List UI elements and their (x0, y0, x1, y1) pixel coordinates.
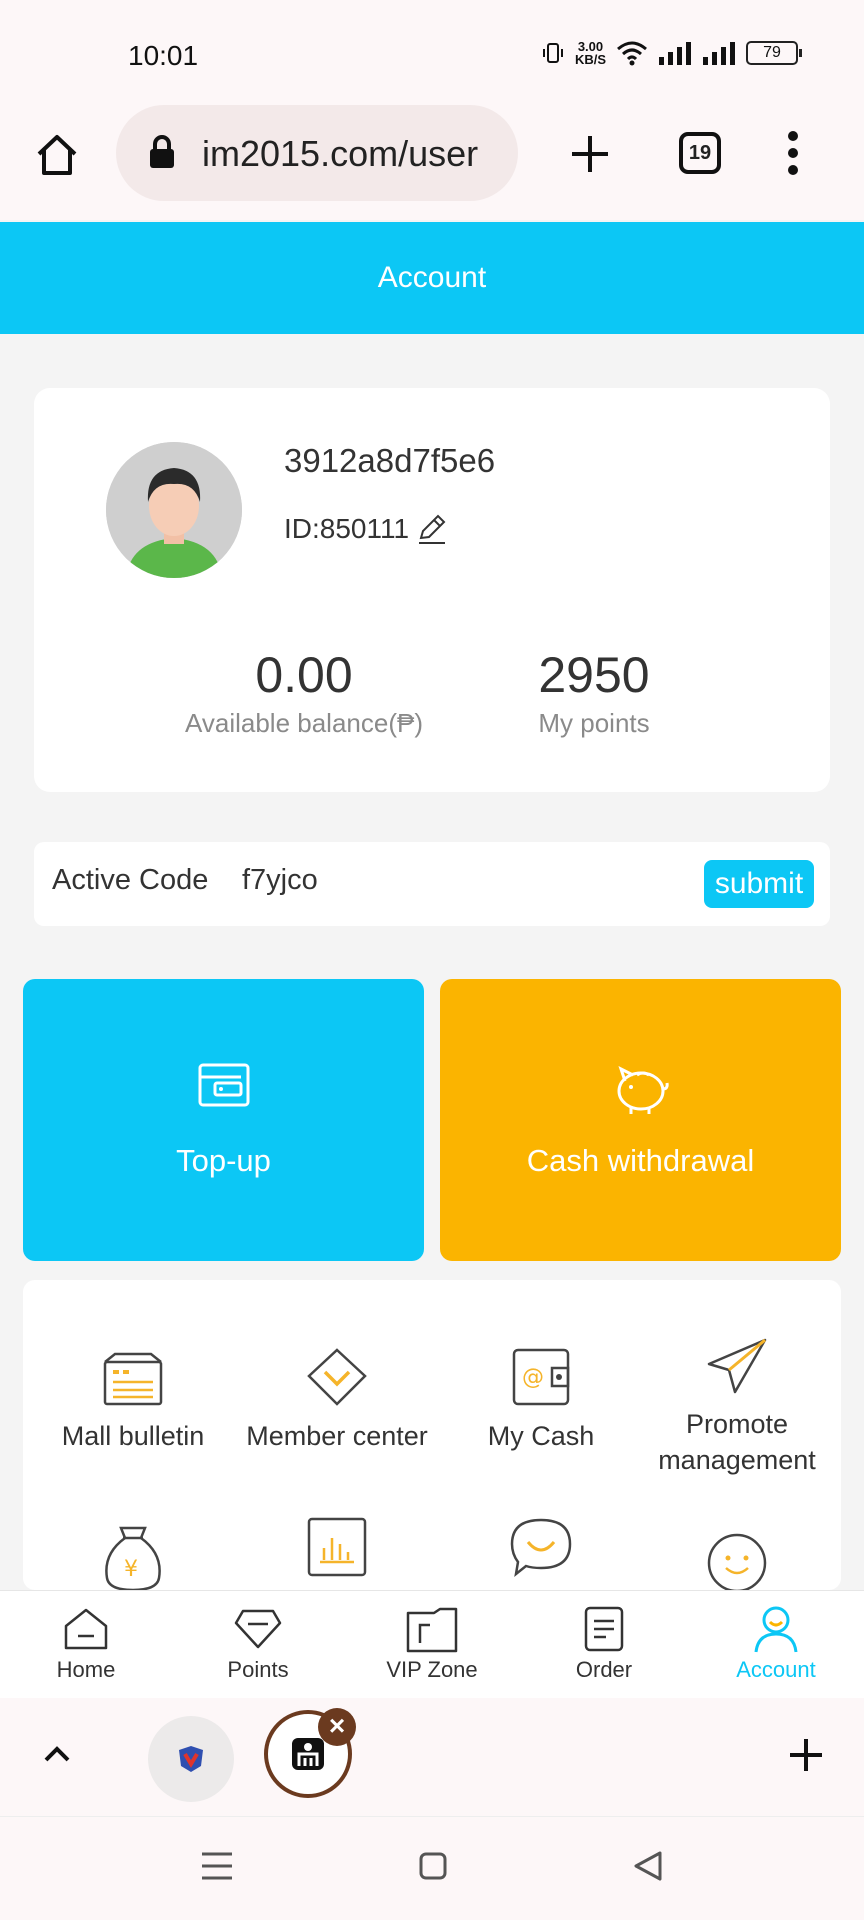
svg-text:@: @ (522, 1365, 544, 1390)
active-code-input[interactable]: f7yjco (242, 864, 318, 897)
points-value: 2950 (538, 647, 650, 703)
recent-apps-icon[interactable] (200, 1851, 234, 1881)
user-id-text: ID:850111 (284, 513, 410, 544)
points-stat: 2950 My points (444, 646, 744, 739)
smiley-icon (707, 1533, 767, 1590)
avatar-illustration (106, 442, 242, 578)
system-nav-bar (0, 1816, 864, 1920)
vip-icon (406, 1607, 458, 1653)
money-bag-icon: ¥ (105, 1526, 161, 1590)
grid-item-member-center[interactable]: Member center (235, 1332, 439, 1454)
home-nav-icon[interactable] (418, 1851, 448, 1881)
tab-account[interactable]: Account (690, 1601, 862, 1683)
tab-label: Account (736, 1657, 816, 1682)
tab-label: VIP Zone (386, 1657, 478, 1682)
new-tab-icon[interactable] (568, 132, 612, 176)
topup-label: Top-up (176, 1143, 271, 1178)
tab-switcher-button[interactable]: 19 (679, 132, 721, 174)
url-text: im2015.com/user (202, 133, 479, 174)
grid-item-money-bag[interactable]: ¥ (31, 1518, 235, 1590)
lock-icon (150, 135, 174, 168)
cash-withdrawal-button[interactable]: Cash withdrawal (440, 979, 841, 1261)
order-icon (584, 1606, 624, 1652)
back-icon[interactable] (632, 1849, 664, 1883)
grid-item-label: Promote management (658, 1409, 816, 1475)
browser-bottom-bar: × (0, 1698, 864, 1816)
bulletin-icon (103, 1352, 163, 1406)
clock: 10:01 (128, 40, 199, 71)
grid-item-chat[interactable] (439, 1502, 643, 1578)
user-id: ID:850111 (284, 512, 449, 546)
username: 3912a8d7f5e6 (284, 442, 496, 479)
feature-grid: Mall bulletin Member center @ My Cash Pr… (23, 1280, 841, 1590)
tab-points[interactable]: Points (172, 1601, 344, 1683)
svg-text:¥: ¥ (124, 1557, 138, 1582)
grid-item-label: Member center (246, 1421, 428, 1451)
tab-label: Points (227, 1657, 289, 1682)
tab-order[interactable]: Order (518, 1601, 690, 1683)
battery-icon: 79 (746, 41, 802, 65)
tab-home[interactable]: Home (0, 1601, 172, 1683)
active-code-label: Active Code (52, 864, 209, 896)
profile-card: 3912a8d7f5e6 ID:850111 0.00 Available ba… (34, 388, 830, 792)
tab-vip-zone[interactable]: VIP Zone (346, 1601, 518, 1683)
avatar[interactable] (106, 442, 242, 578)
points-label: My points (538, 708, 650, 738)
page-title: Account (0, 222, 864, 334)
grid-item-promote-management[interactable]: Promote management (635, 1320, 839, 1478)
browser-toolbar: im2015.com/user 19 (0, 100, 864, 220)
status-icons: 3.00 KB/S 79 (541, 39, 802, 67)
balance-stat: 0.00 Available balance(₱) (154, 646, 454, 739)
submit-button[interactable]: submit (704, 860, 814, 908)
bottom-tab-bar: Home Points VIP Zone Order Account (0, 1590, 864, 1698)
topup-button[interactable]: Top-up (23, 979, 424, 1261)
grid-item-label: My Cash (487, 1421, 595, 1451)
chevron-up-icon[interactable] (42, 1742, 72, 1766)
signal-icon (659, 42, 691, 65)
grid-item-mall-bulletin[interactable]: Mall bulletin (31, 1332, 235, 1454)
balance-label: Available balance(₱) (185, 708, 423, 738)
vibrate-icon (542, 43, 563, 63)
grid-item-my-cash[interactable]: @ My Cash (439, 1332, 643, 1454)
balance-value: 0.00 (255, 647, 353, 703)
grid-item-statistics[interactable] (235, 1502, 439, 1578)
tab-label: Home (56, 1657, 116, 1682)
grid-item-smiley[interactable] (635, 1518, 839, 1590)
home-icon (64, 1608, 108, 1650)
tab-group-site-bubble[interactable] (148, 1716, 234, 1802)
wifi-icon (617, 41, 647, 66)
paper-plane-icon (707, 1338, 767, 1394)
status-bar: 10:01 3.00 KB/S 79 (0, 0, 864, 100)
close-icon[interactable]: × (318, 1708, 356, 1746)
piggy-bank-icon (617, 1066, 669, 1114)
active-code-row: Active Code f7yjco submit (34, 842, 830, 926)
edit-icon[interactable] (415, 512, 449, 546)
net-speed: 3.00 KB/S (574, 39, 606, 67)
add-tab-icon[interactable] (787, 1736, 825, 1774)
bar-chart-icon (307, 1517, 367, 1577)
url-bar[interactable]: im2015.com/user (116, 105, 518, 201)
home-icon[interactable] (34, 132, 80, 178)
wallet-icon: @ (512, 1348, 570, 1406)
site-logo-icon (292, 1738, 324, 1770)
tab-label: Order (575, 1657, 633, 1682)
chat-bubble-icon (510, 1518, 572, 1578)
account-icon (754, 1606, 798, 1653)
more-menu-icon[interactable] (785, 130, 801, 176)
signal-icon-2 (703, 42, 735, 65)
diamond-icon (307, 1348, 367, 1406)
site-logo-icon (179, 1746, 203, 1772)
wallet-card-icon (198, 1063, 249, 1107)
cash-withdrawal-label: Cash withdrawal (526, 1143, 755, 1178)
diamond-icon (234, 1609, 282, 1649)
grid-item-label: Mall bulletin (61, 1421, 205, 1451)
